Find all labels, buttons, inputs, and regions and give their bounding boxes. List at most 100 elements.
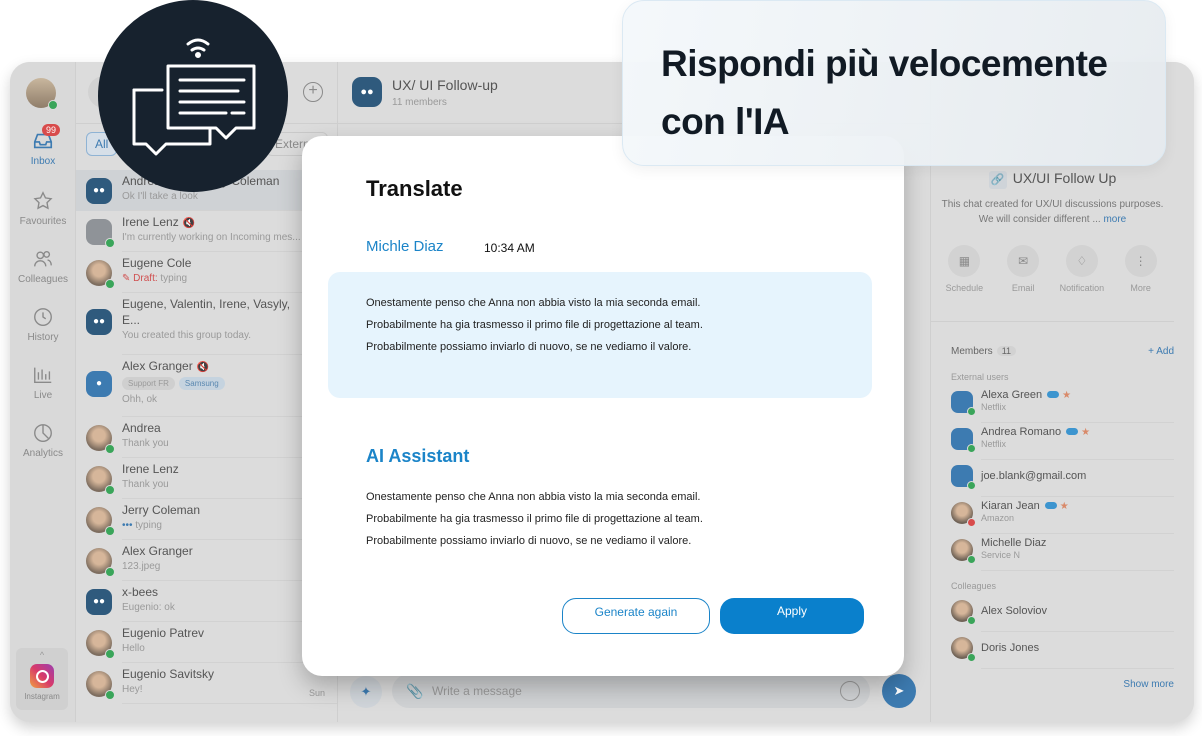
- more-link[interactable]: more: [1103, 214, 1126, 225]
- chevron-up-icon[interactable]: ^: [16, 648, 68, 662]
- contact-avatar: [86, 260, 115, 289]
- list-item[interactable]: Alex Granger 123.jpeg: [76, 540, 337, 581]
- contact-avatar: [86, 630, 115, 659]
- list-item[interactable]: ● Alex Granger 🔇 Support FR Samsung Ohh, o…: [76, 355, 337, 417]
- star-badge-icon: ★: [1059, 501, 1069, 512]
- apply-button[interactable]: Apply: [720, 598, 864, 634]
- list-item[interactable]: Irene Lenz 🔇 I'm currently working on Inc…: [76, 211, 337, 252]
- list-item[interactable]: Jerry Coleman ••• typing: [76, 499, 337, 540]
- online-status-icon: [105, 649, 115, 659]
- headline-card: Rispondi più velocemente con l'IA: [622, 0, 1166, 166]
- schedule-button[interactable]: ▦ Schedule: [935, 245, 993, 293]
- list-item[interactable]: Eugenio Patrev Hello: [76, 622, 337, 663]
- rail-item-inbox[interactable]: 99 Inbox: [10, 124, 76, 167]
- online-status-icon: [105, 485, 115, 495]
- section-label: Colleagues: [951, 581, 997, 591]
- list-item[interactable]: Andrea Thank you: [76, 417, 337, 458]
- contact-avatar: [86, 671, 115, 700]
- salesforce-icon: [1047, 391, 1060, 398]
- rail-item-colleagues[interactable]: Colleagues: [10, 248, 76, 285]
- inbox-badge: 99: [42, 124, 61, 136]
- name-text: Irene Lenz: [122, 215, 179, 229]
- info-desc-line: We will consider different ...: [978, 214, 1101, 225]
- online-status-icon: [105, 567, 115, 577]
- member-name: Andrea Romano: [981, 426, 1062, 438]
- member-item[interactable]: Doris Jones: [951, 632, 1174, 669]
- clock-icon: [34, 308, 52, 326]
- nav-rail: 99 Inbox Favourites Colleagues History L…: [10, 62, 76, 722]
- headline-text: Rispondi più velocemente con l'IA: [661, 35, 1108, 151]
- message-input[interactable]: 📎 Write a message: [392, 674, 870, 708]
- tag: Support FR: [122, 377, 175, 390]
- member-name: Kiaran Jean: [981, 500, 1040, 512]
- list-item[interactable]: ●● x-bees Eugenio: ok: [76, 581, 337, 622]
- calendar-icon: ▦: [948, 245, 981, 277]
- group-icon: ●●: [92, 316, 106, 327]
- member-name: Alexa Green: [981, 389, 1043, 401]
- user-avatar[interactable]: [26, 78, 58, 110]
- list-item[interactable]: Irene Lenz Thank you: [76, 458, 337, 499]
- text-line: Probabilmente ha gia trasmesso il primo …: [366, 513, 703, 525]
- paperclip-icon[interactable]: 📎: [406, 674, 423, 708]
- member-item[interactable]: Alexa Green ★ Netflix: [951, 386, 1174, 423]
- list-item[interactable]: Eugene Cole ✎ Draft: typing: [76, 252, 337, 293]
- ai-assistant-title: AI Assistant: [366, 446, 470, 466]
- member-item[interactable]: joe.blank@gmail.com: [951, 460, 1174, 497]
- composer: ✦ 📎 Write a message ➤: [350, 674, 930, 710]
- rail-label: Colleagues: [17, 274, 69, 285]
- members-label: Members: [951, 346, 993, 357]
- more-button[interactable]: ⋮ More: [1112, 245, 1170, 293]
- channel-instagram[interactable]: ^ Instagram: [16, 648, 68, 710]
- rail-item-favourites[interactable]: Favourites: [10, 190, 76, 227]
- member-item[interactable]: Andrea Romano ★ Netflix: [951, 423, 1174, 460]
- message-time: 10:34 AM: [484, 241, 535, 255]
- ai-wand-button[interactable]: ✦: [350, 676, 382, 708]
- list-item[interactable]: ●● Eugene, Valentin, Irene, Vasyly, E...…: [76, 293, 337, 355]
- muted-icon: 🔇: [182, 218, 196, 229]
- online-status-icon: [48, 100, 58, 110]
- add-member-button[interactable]: + Add: [1148, 346, 1174, 357]
- show-more-link[interactable]: Show more: [1123, 679, 1174, 690]
- online-status-icon: [105, 238, 115, 248]
- rail-label: History: [27, 332, 59, 343]
- online-status-icon: [967, 653, 976, 662]
- member-item[interactable]: Michelle Diaz Service N: [951, 534, 1174, 571]
- member-org: Netflix: [981, 402, 1007, 412]
- notification-button[interactable]: ♢ Notification: [1053, 245, 1111, 293]
- new-chat-button[interactable]: +: [303, 82, 323, 102]
- info-description: This chat created for UX/UI discussions …: [931, 197, 1174, 227]
- member-avatar: [951, 539, 976, 564]
- chat-logo-badge: [98, 0, 288, 192]
- text-line: Probabilmente possiamo inviarlo di nuovo…: [366, 341, 692, 353]
- member-avatar: [951, 391, 976, 416]
- member-org: Netflix: [981, 439, 1007, 449]
- original-message: Onestamente penso che Anna non abbia vis…: [328, 272, 872, 398]
- rail-item-analytics[interactable]: Analytics: [10, 422, 76, 459]
- emoji-icon[interactable]: [840, 681, 860, 701]
- person-icon: ●: [95, 378, 103, 389]
- member-org: Service N: [981, 550, 1021, 560]
- pie-chart-icon: [34, 424, 52, 442]
- rail-item-history[interactable]: History: [10, 306, 76, 343]
- send-button[interactable]: ➤: [882, 674, 916, 708]
- member-avatar: [951, 465, 976, 490]
- member-name: Michelle Diaz: [981, 537, 1047, 549]
- headline-line: Rispondi più velocemente: [661, 43, 1108, 84]
- online-status-icon: [967, 407, 976, 416]
- chat-info-card: 🔗 UX/UI Follow Up This chat created for U…: [931, 162, 1174, 322]
- list-item[interactable]: Eugenio Savitsky Hey! Sun: [76, 663, 337, 704]
- text-line: Probabilmente ha gia trasmesso il primo …: [366, 319, 703, 331]
- member-item[interactable]: Alex Soloviov: [951, 595, 1174, 632]
- group-avatar: ●●: [86, 589, 112, 615]
- group-avatar[interactable]: ●●: [352, 77, 382, 107]
- rail-item-live[interactable]: Live: [10, 364, 76, 401]
- member-item[interactable]: Kiaran Jean ★ Amazon: [951, 497, 1174, 534]
- group-avatar: ●●: [86, 309, 112, 335]
- online-status-icon: [105, 279, 115, 289]
- generate-again-button[interactable]: Generate again: [562, 598, 710, 634]
- ai-result-text: Onestamente penso che Anna non abbia vis…: [366, 486, 703, 552]
- translate-modal: Translate Michle Diaz 10:34 AM Onestamen…: [302, 136, 904, 676]
- online-status-icon: [967, 616, 976, 625]
- action-label: Notification: [1059, 283, 1105, 293]
- email-button[interactable]: ✉ Email: [994, 245, 1052, 293]
